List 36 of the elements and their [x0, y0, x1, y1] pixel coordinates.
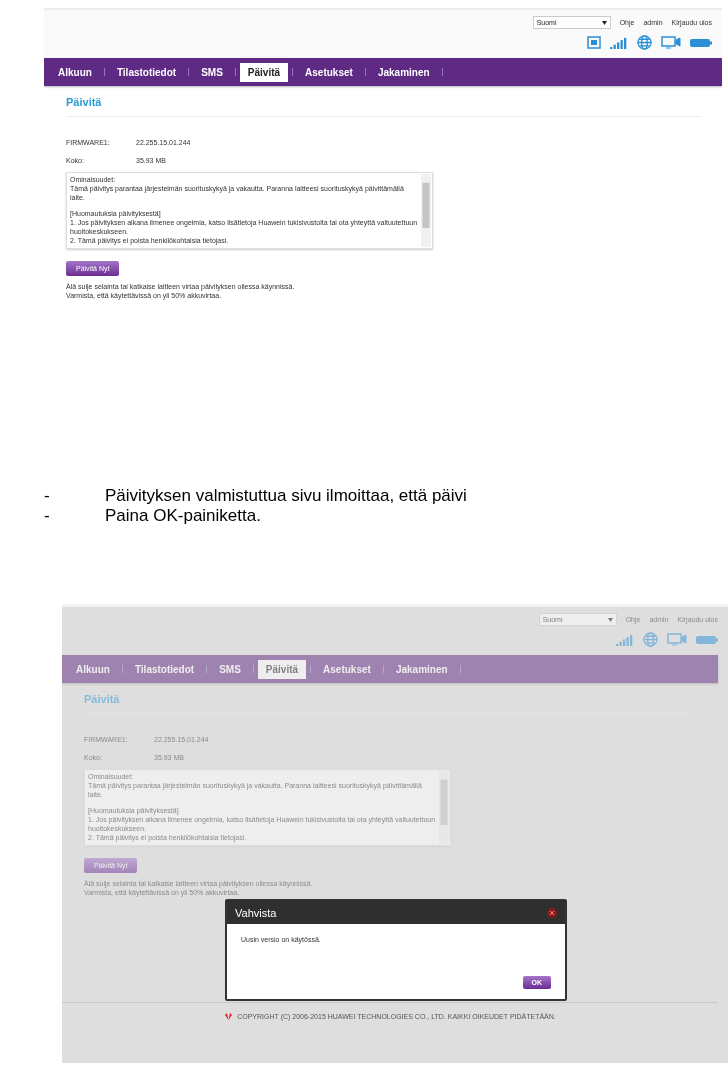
- monitor-icon: [661, 36, 681, 49]
- caret-icon: [601, 20, 607, 25]
- monitor-icon: [667, 633, 687, 646]
- nav-tab[interactable]: Alkuun: [68, 659, 118, 679]
- signal-icon: [616, 633, 634, 646]
- nav-tab[interactable]: Tilastotiedot: [126, 659, 203, 679]
- battery-icon: [690, 37, 712, 48]
- release-notes-box[interactable]: [84, 769, 451, 846]
- nav-tab[interactable]: Päivitä: [239, 62, 289, 82]
- logo-icon: [224, 1013, 234, 1020]
- list-marker: -: [44, 486, 51, 506]
- nav-tab[interactable]: Jakaminen: [387, 659, 456, 679]
- list-marker: -: [44, 506, 51, 526]
- nav-tab[interactable]: Asetukset: [315, 659, 379, 679]
- nav-tab[interactable]: Päivitä: [257, 659, 307, 679]
- release-notes-box[interactable]: [66, 172, 433, 249]
- close-icon[interactable]: [547, 907, 557, 918]
- globe-icon: [637, 35, 652, 50]
- page-heading: Päivitä: [84, 693, 688, 714]
- instruction-text: Päivityksen valmistuttua sivu ilmoittaa, että päivi: [105, 486, 467, 506]
- nav-tab[interactable]: Jakaminen: [369, 62, 438, 82]
- signal-icon: [610, 36, 628, 49]
- nav-tab[interactable]: Asetukset: [297, 62, 361, 82]
- dialog-title: Vahvista: [235, 906, 277, 919]
- scrollbar[interactable]: [421, 174, 431, 247]
- nav-tab[interactable]: SMS: [193, 62, 231, 82]
- nav-tab[interactable]: Tilastotiedot: [108, 62, 185, 82]
- page-heading: Päivitä: [66, 96, 702, 117]
- instruction-text: Paina OK-painiketta.: [105, 506, 261, 526]
- scrollbar[interactable]: [439, 771, 449, 844]
- caret-icon: [607, 617, 613, 622]
- globe-icon: [643, 632, 658, 647]
- nav-tab[interactable]: SMS: [211, 659, 249, 679]
- battery-icon: [696, 634, 718, 645]
- message-icon: [587, 36, 601, 49]
- nav-tab[interactable]: Alkuun: [50, 62, 100, 82]
